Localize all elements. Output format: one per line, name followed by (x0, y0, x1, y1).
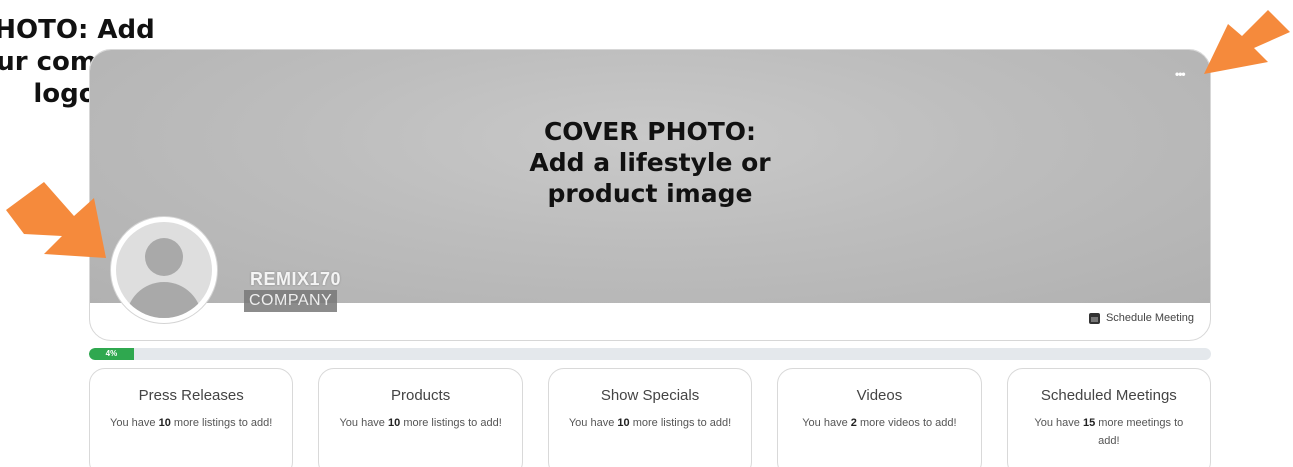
logo-annotation-line-1: PHOTO: Add (0, 15, 155, 45)
schedule-meeting-label: Schedule Meeting (1105, 312, 1194, 324)
avatar-body (126, 282, 202, 318)
arrow-to-logo-icon (6, 182, 106, 258)
cover-annotation-line-3: product image (547, 179, 753, 208)
card-text: You have 2 more videos to add! (802, 417, 957, 429)
cover-annotation: COVER PHOTO: Add a lifestyle or product … (490, 116, 810, 209)
progress-fill: 4% (89, 348, 134, 360)
schedule-meeting-button[interactable]: Schedule Meeting (1088, 312, 1194, 324)
arrow-to-logo-shape (6, 182, 106, 258)
more-dots-icon[interactable]: ••• (1175, 68, 1191, 80)
listing-cards: Press Releases You have 10 more listings… (89, 368, 1212, 467)
calendar-icon (1088, 312, 1100, 324)
cover-annotation-line-1: COVER PHOTO: (543, 117, 757, 146)
card-title: Show Specials (600, 387, 700, 404)
card-title: Press Releases (138, 387, 244, 404)
arrow-to-menu-icon (1204, 10, 1290, 74)
card-press-releases[interactable]: Press Releases You have 10 more listings… (89, 368, 294, 467)
card-text: You have 10 more listings to add! (568, 417, 732, 429)
card-products[interactable]: Products You have 10 more listings to ad… (318, 368, 523, 467)
card-text: You have 10 more listings to add! (110, 417, 273, 429)
company-type-badge: COMPANY (244, 290, 338, 312)
card-scheduled-meetings[interactable]: Scheduled Meetings You have 15 more meet… (1006, 368, 1212, 467)
company-name: REMIX170 (250, 269, 342, 289)
arrow-to-menu-shape (1204, 10, 1290, 74)
profile-progress-bar: 4% (89, 348, 1211, 360)
company-logo-avatar[interactable] (110, 216, 218, 324)
cover-photo[interactable]: COVER PHOTO: Add a lifestyle or product … (90, 50, 1210, 312)
card-text: You have 10 more listings to add! (339, 417, 502, 429)
cover-annotation-line-2: Add a lifestyle or (529, 148, 771, 177)
card-videos[interactable]: Videos You have 2 more videos to add! (777, 368, 982, 467)
profile-header-card: COVER PHOTO: Add a lifestyle or product … (89, 49, 1211, 341)
card-title: Products (391, 387, 451, 404)
card-text: You have 15 more meetings to add! (1034, 417, 1184, 447)
card-title: Videos (856, 387, 903, 404)
default-user-icon (116, 222, 212, 318)
card-title: Scheduled Meetings (1040, 387, 1177, 404)
card-show-specials[interactable]: Show Specials You have 10 more listings … (547, 368, 753, 467)
avatar-head (145, 238, 183, 276)
